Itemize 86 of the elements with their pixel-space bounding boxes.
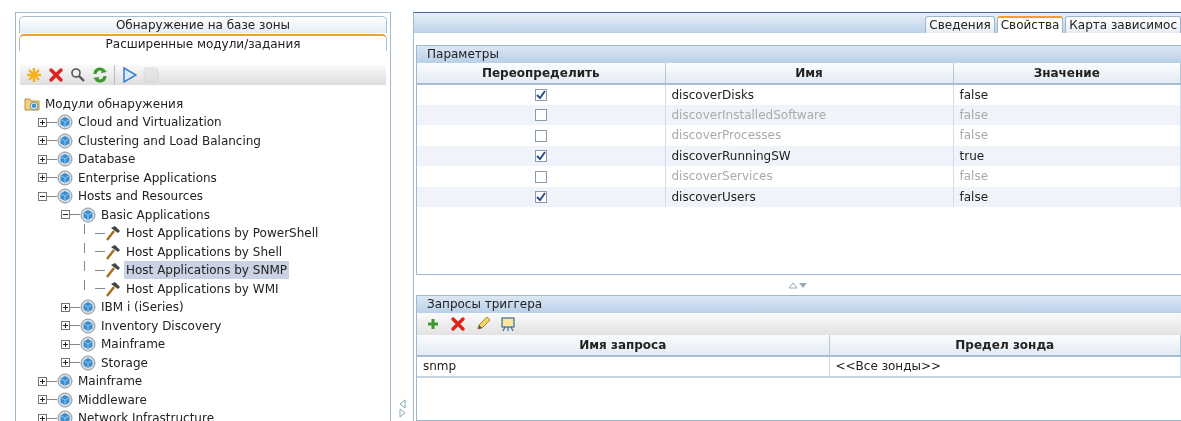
tab[interactable]: Сведения	[925, 16, 995, 33]
tree-item[interactable]: Middleware	[76, 390, 149, 409]
table-cell: discoverRunningSW	[665, 145, 953, 166]
checkbox[interactable]	[534, 109, 547, 122]
expand-icon[interactable]	[38, 117, 47, 127]
checkbox[interactable]	[534, 150, 547, 163]
tree-item[interactable]: Inventory Discovery	[99, 316, 224, 335]
pencil-icon[interactable]	[475, 316, 491, 332]
folder-icon	[24, 95, 40, 112]
tree-item[interactable]: Mainframe	[76, 372, 145, 391]
cube-icon	[57, 151, 73, 168]
tree-item[interactable]: Database	[76, 150, 138, 169]
cube-icon	[80, 206, 96, 223]
expand-icon[interactable]	[38, 173, 47, 183]
hammer-icon	[105, 262, 121, 279]
collapse-icon[interactable]	[38, 191, 47, 201]
search-icon[interactable]	[70, 66, 86, 83]
tree-item[interactable]: Host Applications by PowerShell	[124, 224, 321, 243]
tree-item[interactable]: Basic Applications	[99, 205, 212, 224]
expand-icon[interactable]	[38, 413, 47, 421]
tree-item[interactable]: Storage	[99, 353, 150, 372]
hammer-icon	[105, 243, 121, 260]
hammer-icon	[105, 225, 121, 242]
tab[interactable]: Расширенные модули/задания	[19, 34, 387, 51]
cube-icon	[57, 132, 73, 149]
tree-item[interactable]: Host Applications by WMI	[124, 279, 281, 298]
tree-item[interactable]: Mainframe	[99, 335, 168, 354]
checkbox[interactable]	[534, 170, 547, 183]
expand-icon[interactable]	[38, 136, 47, 146]
cube-icon	[80, 299, 96, 316]
table-cell: discoverServices	[665, 166, 953, 187]
cube-icon	[57, 188, 73, 205]
tree-item[interactable]: Clustering and Load Balancing	[76, 131, 263, 150]
tree-item[interactable]: Host Applications by SNMP	[124, 261, 289, 280]
expand-icon[interactable]	[61, 302, 70, 312]
table-cell: false	[953, 125, 1181, 146]
cube-icon	[57, 169, 73, 186]
tab[interactable]: Обнаружение на базе зоны	[19, 16, 387, 33]
easel-icon[interactable]	[500, 316, 516, 332]
tab[interactable]: Карта зависимос	[1065, 16, 1181, 33]
tree-item[interactable]: Host Applications by Shell	[124, 242, 285, 261]
refresh-icon[interactable]	[92, 66, 108, 83]
check-icon	[535, 90, 546, 101]
column-header: Предел зонда	[829, 335, 1181, 356]
collapse-icon[interactable]	[61, 210, 70, 220]
column-header: Имя запроса	[417, 335, 829, 356]
tree-item[interactable]: Модули обнаружения	[43, 94, 186, 113]
expand-icon[interactable]	[38, 395, 47, 405]
checkbox[interactable]	[534, 191, 547, 204]
table-cell: discoverUsers	[665, 186, 953, 207]
tree-item[interactable]: Cloud and Virtualization	[76, 113, 224, 132]
cube-icon	[80, 354, 96, 371]
expand-icon[interactable]	[61, 358, 70, 368]
expand-icon[interactable]	[61, 339, 70, 349]
expand-icon[interactable]	[38, 154, 47, 164]
table-cell: snmp	[417, 356, 829, 377]
cube-icon	[80, 336, 96, 353]
check-icon	[535, 192, 546, 203]
expand-icon[interactable]	[38, 376, 47, 386]
table-cell: discoverInstalledSoftware	[665, 104, 953, 125]
check-icon	[535, 151, 546, 162]
column-header: Переопределить	[417, 63, 665, 84]
cube-icon	[57, 373, 73, 390]
tab[interactable]: Свойства	[996, 16, 1064, 33]
table-cell: discoverProcesses	[665, 125, 953, 146]
tree-item[interactable]: Enterprise Applications	[76, 168, 219, 187]
expand-icon[interactable]	[61, 321, 70, 331]
tree-item[interactable]: IBM i (iSeries)	[99, 298, 186, 317]
panel-title: Параметры	[417, 46, 1181, 63]
table-cell: discoverDisks	[665, 84, 953, 105]
add-icon[interactable]	[425, 316, 441, 332]
column-header: Значение	[953, 63, 1181, 84]
panel-title: Запросы триггера	[417, 296, 1181, 313]
delete-icon[interactable]	[450, 316, 466, 332]
hammer-icon	[105, 280, 121, 297]
delete-icon[interactable]	[48, 66, 64, 83]
cube-icon	[80, 317, 96, 334]
cube-icon	[57, 114, 73, 131]
table-cell: <<Все зонды>>	[829, 356, 1181, 377]
column-header: Имя	[665, 63, 953, 84]
checkbox[interactable]	[534, 89, 547, 102]
checkbox[interactable]	[534, 129, 547, 142]
cube-icon	[57, 391, 73, 408]
play-icon[interactable]	[121, 66, 137, 83]
tree-item[interactable]: Hosts and Resources	[76, 187, 206, 206]
table-cell: false	[953, 166, 1181, 187]
